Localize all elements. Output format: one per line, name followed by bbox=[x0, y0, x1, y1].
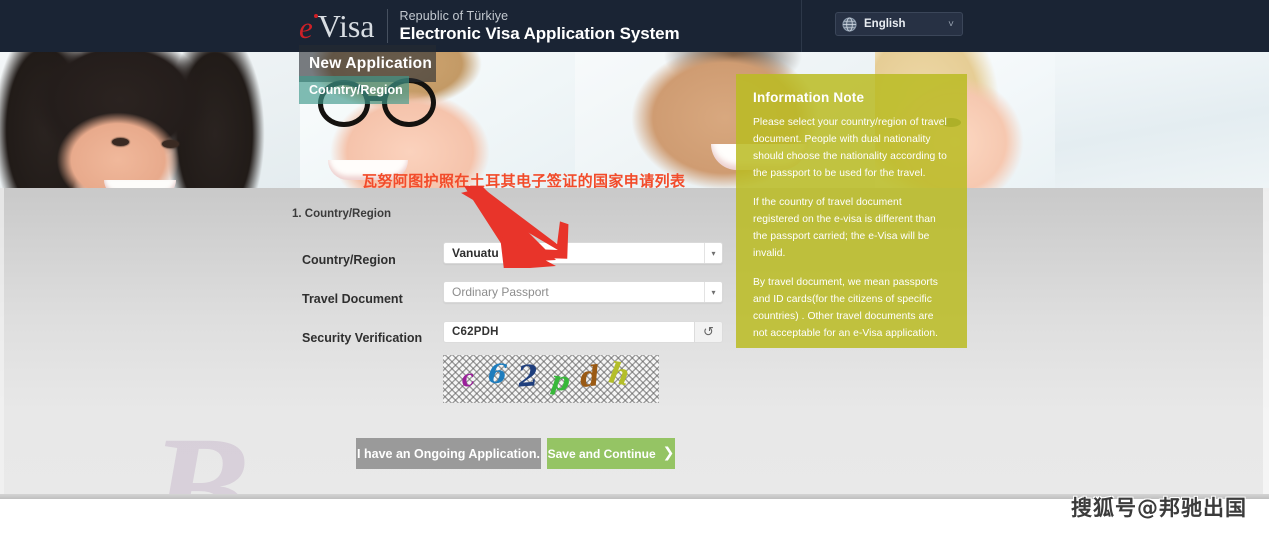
site-title-block: Republic of Türkiye Electronic Visa Appl… bbox=[400, 9, 680, 44]
travel-document-value: Ordinary Passport bbox=[452, 285, 549, 299]
step-tab-country-region[interactable]: Country/Region bbox=[299, 76, 409, 104]
form-section-title: 1. Country/Region bbox=[292, 208, 392, 220]
logo-divider bbox=[386, 9, 388, 43]
captcha-char: h bbox=[606, 355, 633, 393]
decor-eye bbox=[112, 138, 129, 146]
header-inner: e Visa Republic of Türkiye Electronic Vi… bbox=[0, 0, 1269, 52]
evisa-logo[interactable]: e Visa Republic of Türkiye Electronic Vi… bbox=[299, 5, 680, 47]
hero-banner bbox=[0, 52, 1269, 188]
form-row-travel-document: Travel Document bbox=[302, 286, 442, 312]
security-verification-value: C62PDH bbox=[452, 326, 499, 338]
ongoing-application-label: I have an Ongoing Application. bbox=[357, 446, 540, 461]
annotation-arrow-icon bbox=[461, 186, 569, 268]
travel-document-select[interactable]: Ordinary Passport ▾ bbox=[443, 281, 723, 303]
chevron-right-icon: ❯ bbox=[662, 444, 675, 460]
chevron-down-icon[interactable]: ▾ bbox=[704, 282, 722, 302]
background-watermark-logo: B bbox=[150, 406, 250, 499]
information-note-paragraph: If the country of travel document regist… bbox=[753, 197, 936, 259]
security-verification-input[interactable]: C62PDH bbox=[443, 321, 695, 343]
label-travel-document: Travel Document bbox=[302, 292, 403, 306]
logo-dot-icon bbox=[313, 14, 318, 18]
captcha-char: d bbox=[578, 359, 602, 394]
logo-visa-word: Visa bbox=[317, 8, 375, 44]
information-note-title: Information Note bbox=[753, 90, 865, 105]
globe-icon bbox=[842, 16, 857, 32]
new-application-label: New Application bbox=[309, 54, 432, 72]
information-note-panel: Information Note Please select your coun… bbox=[736, 74, 967, 348]
refresh-icon: ↺ bbox=[703, 324, 714, 339]
save-and-continue-button[interactable]: Save and Continue ❯ bbox=[547, 438, 675, 469]
content-right-edge bbox=[1263, 188, 1269, 499]
ongoing-application-button[interactable]: I have an Ongoing Application. bbox=[356, 438, 541, 469]
information-note-paragraph: Please select your country/region of tra… bbox=[753, 117, 947, 179]
decor-eye bbox=[162, 140, 179, 148]
source-watermark: 搜狐号@邦驰出国 bbox=[1071, 496, 1247, 520]
decor-smile bbox=[104, 180, 176, 188]
form-row-security: Security Verification bbox=[302, 325, 442, 351]
label-country-region: Country/Region bbox=[302, 253, 396, 267]
page-root: e Visa Republic of Türkiye Electronic Vi… bbox=[0, 0, 1269, 534]
captcha-char: 2 bbox=[516, 358, 540, 394]
captcha-char: p bbox=[549, 365, 572, 399]
refresh-captcha-button[interactable]: ↺ bbox=[695, 321, 723, 343]
site-subtitle: Republic of Türkiye bbox=[399, 8, 509, 23]
step-tab-label: Country/Region bbox=[309, 83, 403, 97]
information-note-paragraph: By travel document, we mean passports an… bbox=[753, 277, 939, 339]
site-header: e Visa Republic of Türkiye Electronic Vi… bbox=[0, 0, 1269, 52]
captcha-char: c bbox=[458, 364, 478, 394]
label-security-verification: Security Verification bbox=[302, 331, 423, 345]
form-row-country: Country/Region bbox=[302, 247, 442, 273]
logo-e-letter: e bbox=[299, 9, 313, 45]
captcha-char: 6 bbox=[486, 358, 509, 391]
chevron-down-icon: ˅ bbox=[948, 18, 954, 30]
save-and-continue-label: Save and Continue bbox=[547, 446, 656, 461]
language-selector[interactable]: English ˅ bbox=[835, 12, 963, 36]
banner-photo-backdrop bbox=[1055, 52, 1269, 188]
language-label: English bbox=[864, 18, 906, 30]
content-left-edge bbox=[0, 188, 4, 499]
banner-photo-person-1 bbox=[0, 52, 300, 188]
site-title: Electronic Visa Application System bbox=[399, 23, 680, 43]
chevron-down-icon[interactable]: ▾ bbox=[704, 243, 722, 263]
captcha-image: c 6 2 p d h bbox=[443, 355, 659, 403]
header-divider bbox=[801, 0, 802, 52]
